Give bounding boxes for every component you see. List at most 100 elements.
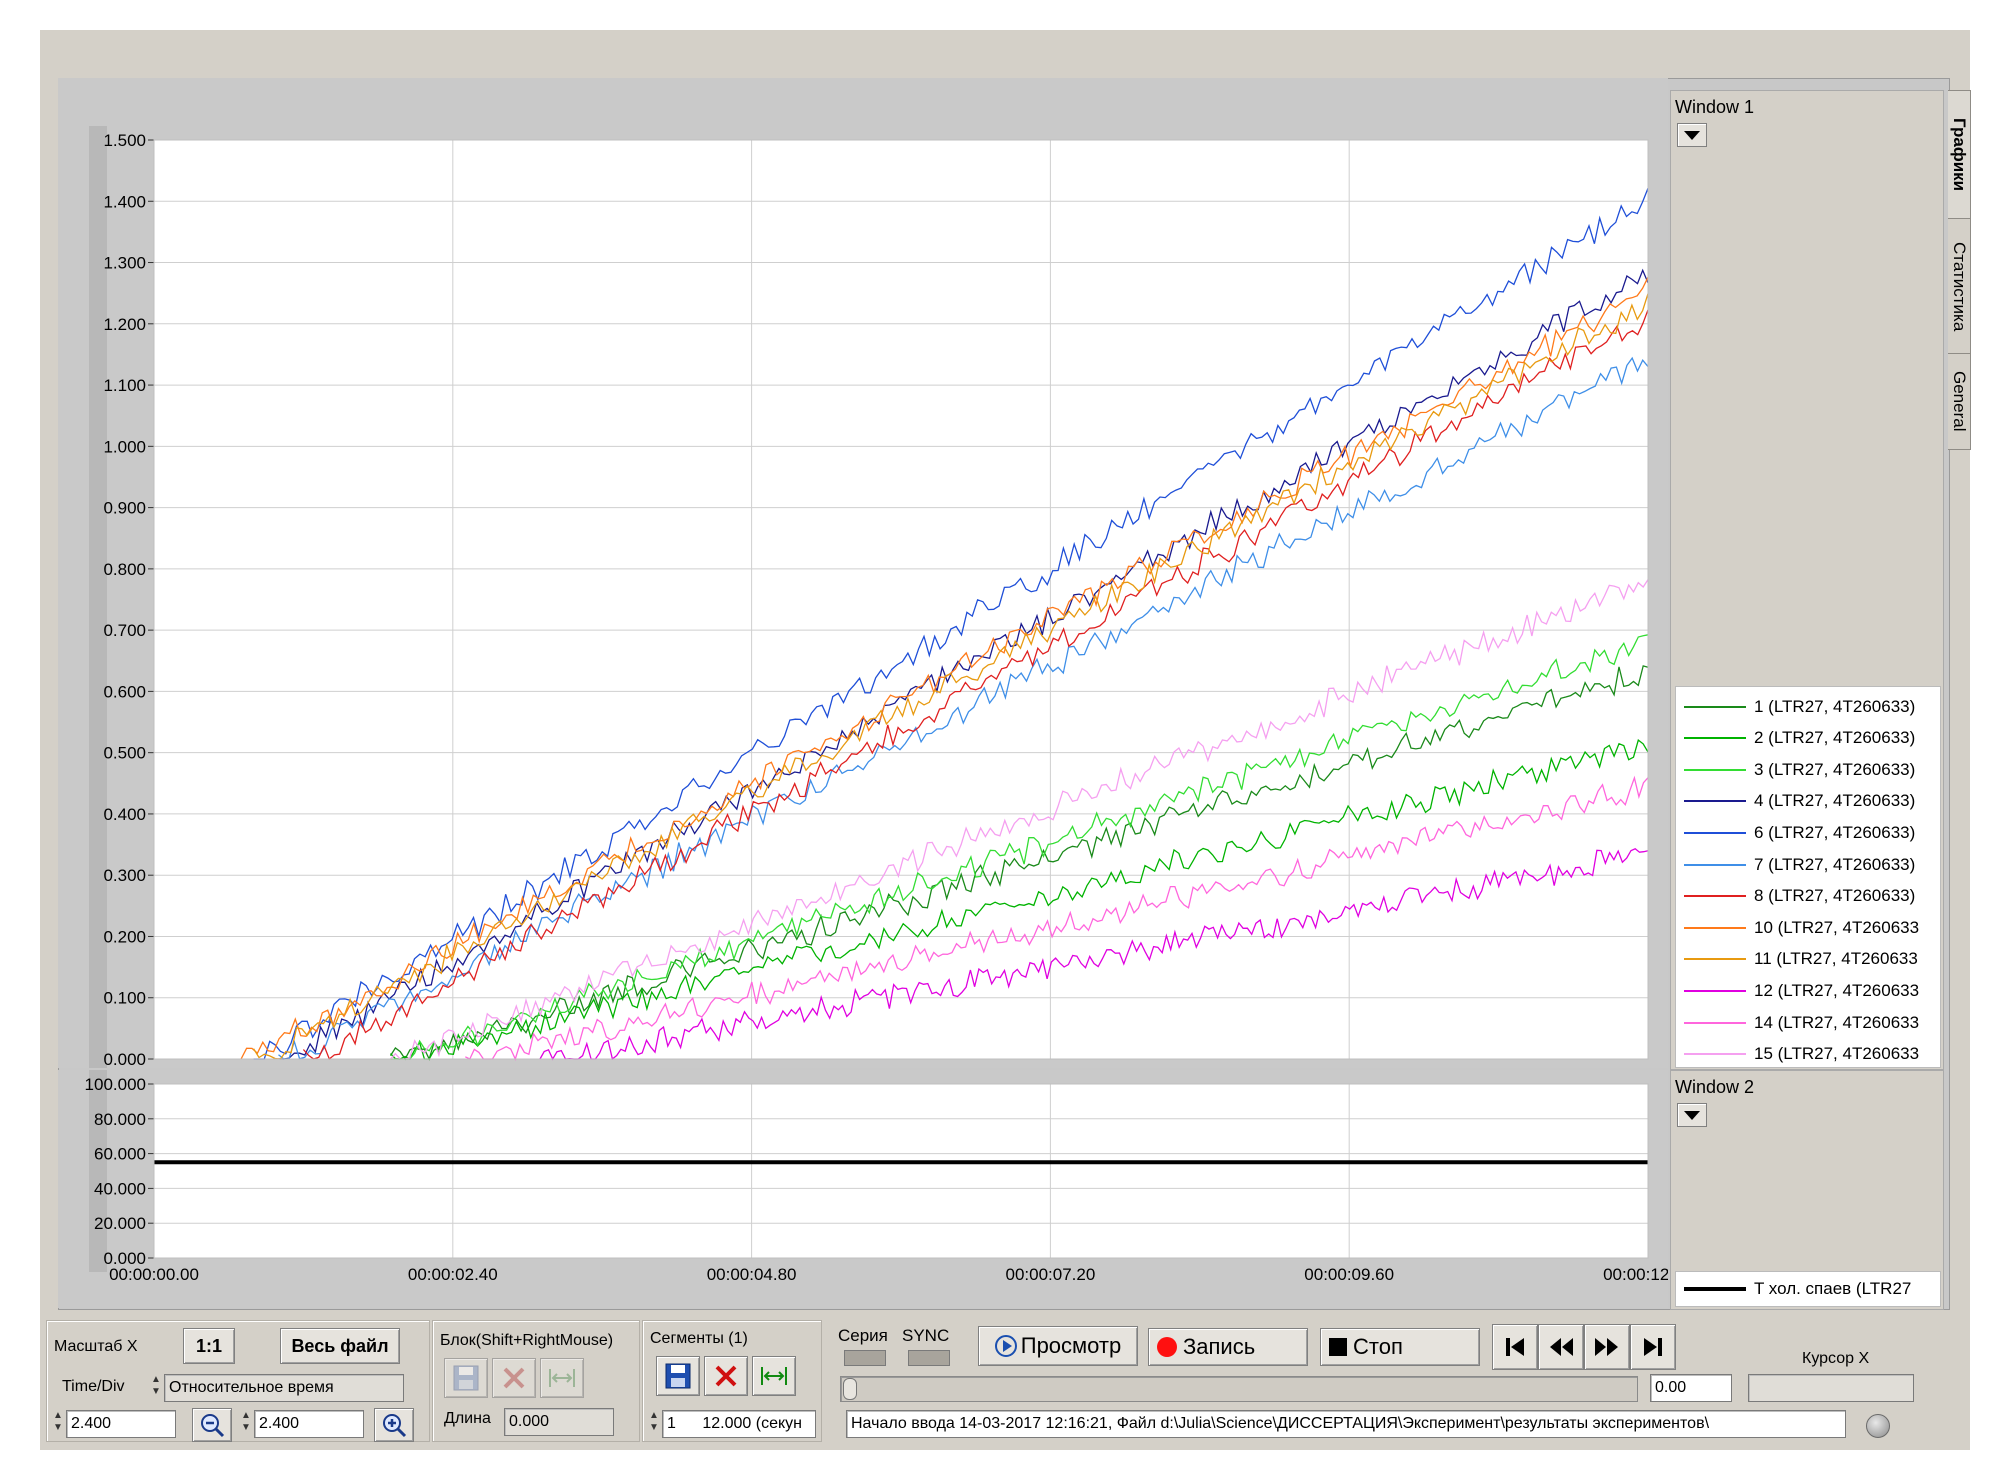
legend-label: 15 (LTR27, 4T260633 [1754,1044,1920,1064]
segment-index-spinner[interactable]: ▲ ▼ [648,1410,660,1436]
legend-entry[interactable]: 3 (LTR27, 4T260633) [1676,754,1936,785]
x-tick-label: 00:00:12.00 [1603,1265,1668,1284]
segment-save-button[interactable] [656,1356,700,1396]
legend-entry[interactable]: 10 (LTR27, 4T260633 [1676,912,1936,943]
legend-panel-2: Window 2 T хол. спаев (LTR27 [1670,1070,1944,1310]
stop-button[interactable]: Стоп [1320,1328,1480,1366]
y-tick-label: 0.300 [103,866,146,885]
legend-entry[interactable]: T хол. спаев (LTR27 [1676,1273,1936,1304]
legend-entry[interactable]: 11 (LTR27, 4T260633 [1676,944,1936,975]
x-tick-label: 00:00:04.80 [707,1265,797,1284]
y-tick-label: 0.100 [103,989,146,1008]
zoom-in-button[interactable] [374,1408,414,1442]
plot-area[interactable] [154,140,1648,1059]
tab-statistics[interactable]: Статистика [1948,218,1971,355]
skip-last-icon [1644,1338,1662,1356]
y-tick-label: 80.000 [94,1110,146,1129]
time-mode-field[interactable]: Относительное время [164,1374,404,1402]
plot-window-1[interactable]: 1.500 1.400 1.300 1.200 1.100 1.000 0.900 0.800… [58,78,1668,1068]
go-first-button[interactable] [1492,1324,1538,1370]
y-tick-label: 100.000 [85,1075,146,1094]
go-last-button[interactable] [1630,1324,1676,1370]
plot-window-2[interactable]: 00:00:00.00 00:00:02.40 00:00:04.80 00:00:0… [58,1070,1668,1308]
legend-label: 3 (LTR27, 4T260633) [1754,759,1916,779]
cursor-x-field [1748,1374,1914,1402]
x-tick-label: 00:00:07.20 [1005,1265,1095,1284]
y-tick-label: 1.400 [103,192,146,211]
scale-x-label: Масштаб X [54,1338,138,1355]
legend-entry[interactable]: 12 (LTR27, 4T260633 [1676,975,1936,1006]
div-right-spinner[interactable]: ▲ ▼ [240,1410,252,1436]
x-tick-label: 00:00:09.60 [1304,1265,1394,1284]
legend-label: 12 (LTR27, 4T260633 [1754,980,1920,1000]
y-tick-label: 0.600 [103,682,146,701]
position-value-field[interactable]: 0.00 [1650,1374,1732,1402]
whole-file-button[interactable]: Весь файл [280,1328,400,1364]
rewind-button[interactable] [1538,1324,1584,1370]
segments-label: Сегменты (1) [650,1330,748,1347]
fast-forward-button[interactable] [1584,1324,1630,1370]
legend-swatch [1684,926,1746,929]
chevron-down-icon [1684,1110,1700,1120]
legend-label: 8 (LTR27, 4T260633) [1754,886,1916,906]
legend-entry[interactable]: 8 (LTR27, 4T260633) [1676,881,1936,912]
series-indicator [844,1350,886,1366]
plot-area[interactable] [154,1084,1648,1258]
plot1-svg[interactable]: 1.500 1.400 1.300 1.200 1.100 1.000 0.900 0.800… [58,78,1668,1068]
time-mode-spinner[interactable]: ▲ ▼ [150,1374,162,1400]
segment-delete-button[interactable] [704,1356,748,1396]
zoom-out-icon [201,1414,225,1438]
legend-swatch [1684,1021,1746,1024]
window2-dropdown[interactable] [1677,1103,1707,1127]
sync-label: SYNC [902,1326,950,1345]
tab-general[interactable]: General [1948,353,1971,450]
y-tick-label: 60.000 [94,1145,146,1164]
legend-swatch [1684,768,1746,771]
play-circle-icon [994,1335,1017,1357]
record-button[interactable]: Запись [1148,1328,1308,1366]
y-tick-label: 40.000 [94,1179,146,1198]
delete-x-icon [715,1365,737,1387]
legend-entry[interactable]: 7 (LTR27, 4T260633) [1676,849,1936,880]
y-tick-label: 0.000 [103,1050,146,1068]
legend-entry[interactable]: 14 (LTR27, 4T260633 [1676,1007,1936,1038]
div-left-input[interactable]: 2.400 [66,1410,176,1438]
zoom-out-button[interactable] [192,1408,232,1442]
legend-entry[interactable]: 2 (LTR27, 4T260633) [1676,723,1936,754]
position-slider-thumb[interactable] [843,1378,857,1400]
y-tick-label: 1.500 [103,131,146,150]
fast-forward-icon [1595,1338,1618,1356]
position-slider-track[interactable] [840,1376,1638,1402]
expand-horizontal-icon [761,1367,787,1385]
segment-expand-button[interactable] [752,1356,796,1396]
div-right-input[interactable]: 2.400 [254,1410,364,1438]
legend-swatch [1684,989,1746,992]
legend-list-2: T хол. спаев (LTR27 [1675,1271,1941,1307]
y-tick-label: 0.900 [103,499,146,518]
legend-entry[interactable]: 1 (LTR27, 4T260633) [1676,691,1936,722]
y-tick-label: 0.000 [103,1249,146,1268]
tab-graphs[interactable]: Графики [1948,90,1971,220]
status-bar: Начало ввода 14-03-2017 12:16:21, Файл d… [846,1410,1846,1438]
legend-swatch [1684,800,1746,803]
legend-label: 2 (LTR27, 4T260633) [1754,728,1916,748]
segment-index-value: 1 [667,1415,676,1432]
window1-label: Window 1 [1675,97,1755,117]
view-button[interactable]: Просмотр [978,1326,1138,1366]
segment-index-field[interactable]: 1 12.000 (секун [662,1410,816,1438]
length-label: Длина [444,1410,491,1427]
legend-swatch [1684,863,1746,866]
legend-label: 4 (LTR27, 4T260633) [1754,791,1916,811]
block-save-button [444,1358,488,1398]
record-dot-icon [1157,1337,1177,1357]
div-left-spinner[interactable]: ▲ ▼ [52,1410,64,1436]
y-tick-label: 1.300 [103,254,146,273]
one-to-one-button[interactable]: 1:1 [183,1328,235,1364]
legend-entry[interactable]: 6 (LTR27, 4T260633) [1676,817,1936,848]
legend-entry[interactable]: 4 (LTR27, 4T260633) [1676,786,1936,817]
legend-label: 10 (LTR27, 4T260633 [1754,917,1920,937]
window1-dropdown[interactable] [1677,123,1707,147]
plot2-svg[interactable]: 00:00:00.00 00:00:02.40 00:00:04.80 00:00:0… [58,1070,1668,1308]
legend-entry[interactable]: 15 (LTR27, 4T260633 [1676,1039,1936,1070]
legend-swatch [1684,1053,1746,1056]
